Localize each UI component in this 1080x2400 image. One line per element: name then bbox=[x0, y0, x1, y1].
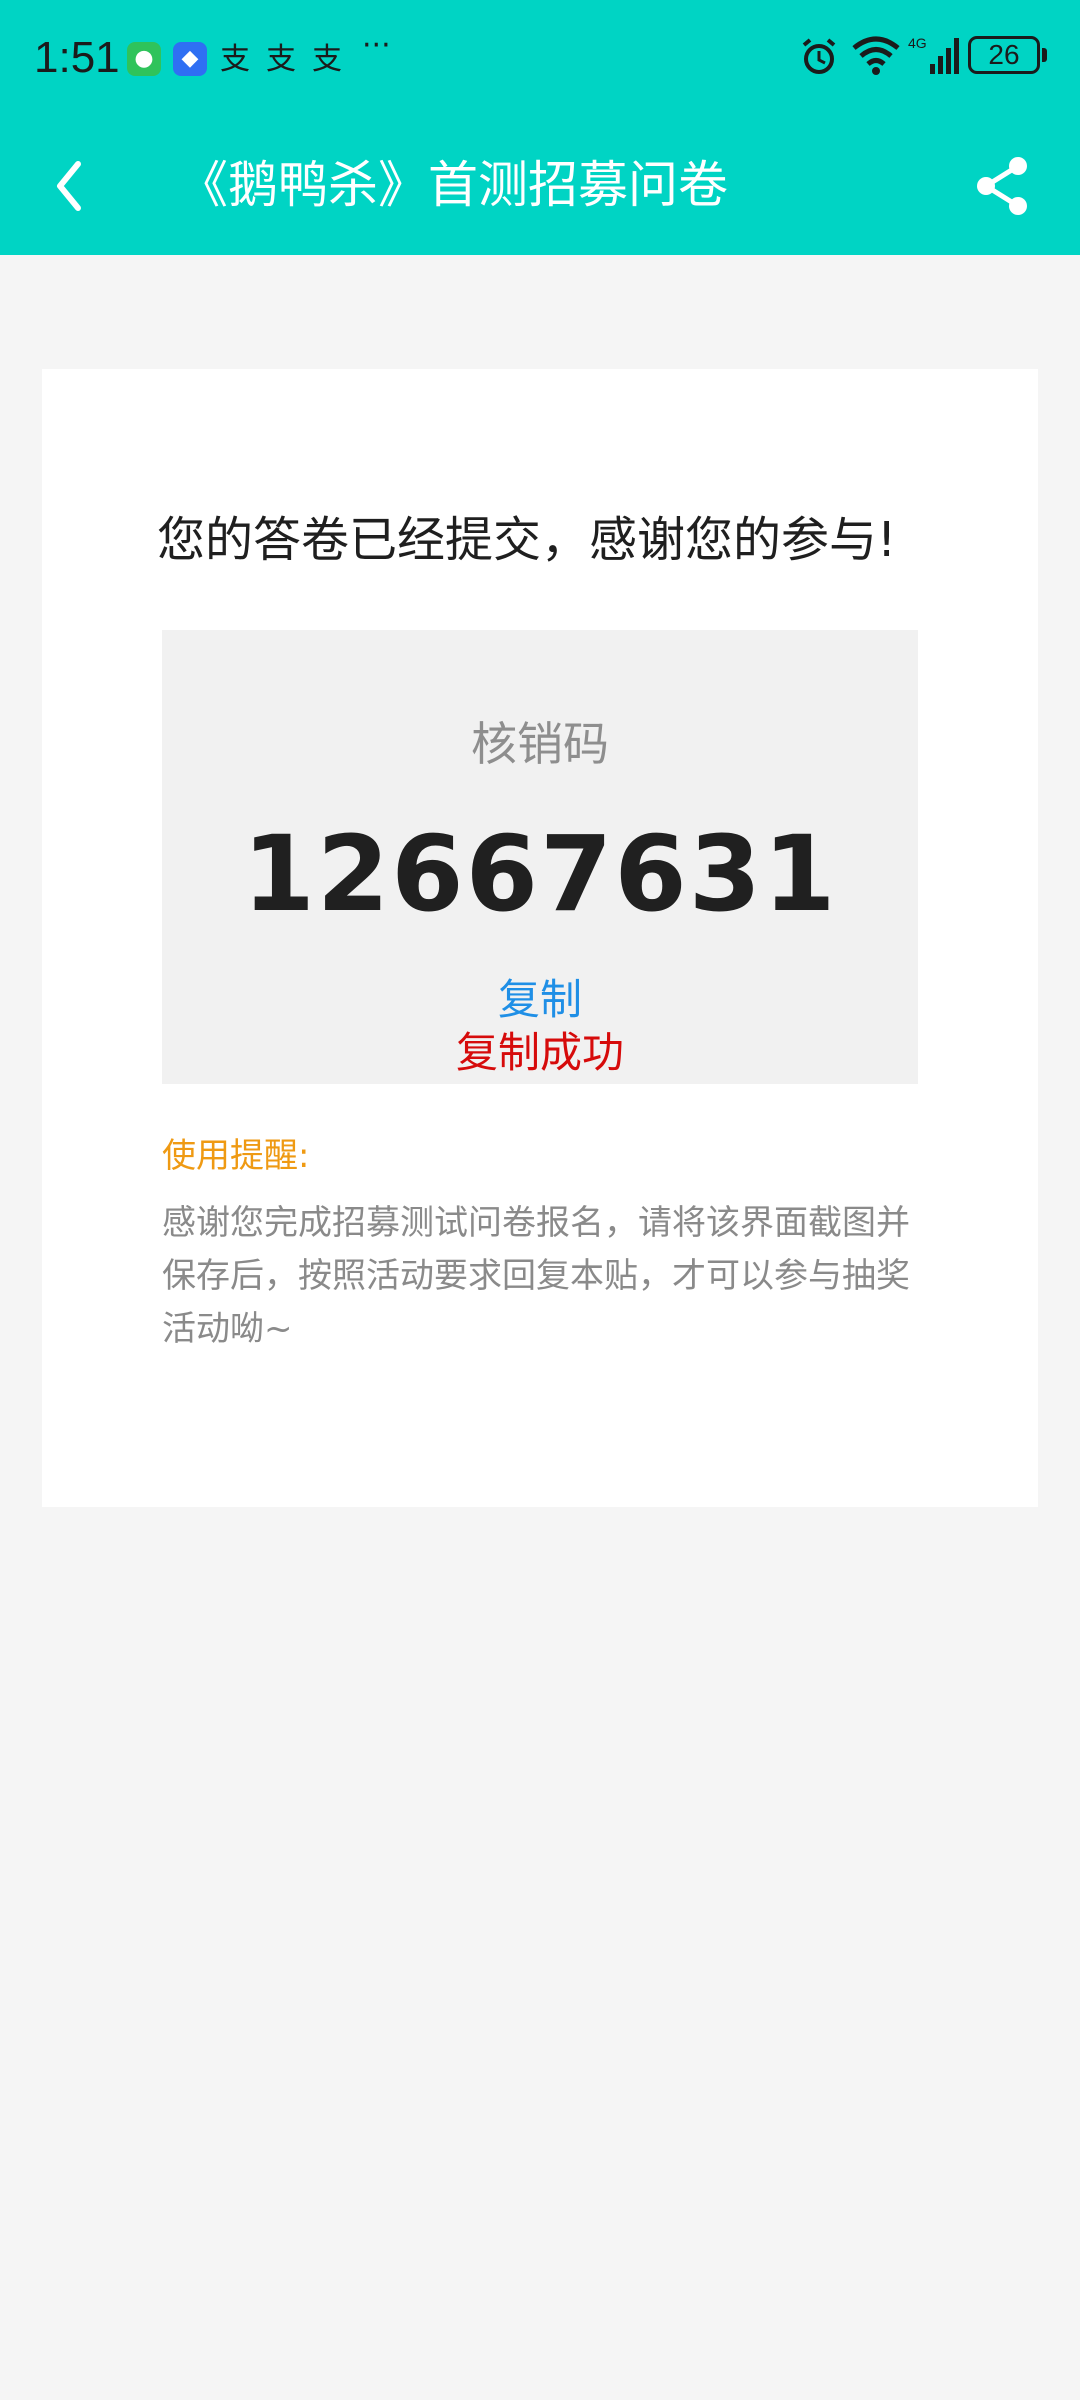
alarm-icon bbox=[802, 38, 836, 74]
status-bar: 1:51 ● ◆ 支 支 支 ··· 4G 26 bbox=[0, 0, 1080, 116]
app-bar: 《鹅鸭杀》首测招募问卷 bbox=[0, 116, 1080, 255]
alipay-icon: 支 bbox=[220, 42, 250, 77]
redemption-code-label: 核销码 bbox=[471, 717, 609, 771]
battery-icon: 26 bbox=[968, 36, 1040, 74]
submission-message: 您的答卷已经提交，感谢您的参与! bbox=[157, 512, 897, 568]
signal-label: 4G bbox=[908, 35, 927, 51]
alipay-icon: 支 bbox=[312, 42, 342, 77]
usage-tip-body: 感谢您完成招募测试问卷报名，请将该界面截图并保存后，按照活动要求回复本贴，才可以… bbox=[162, 1203, 910, 1349]
redemption-code-box: 核销码 12667631 复制 复制成功 bbox=[162, 630, 918, 1084]
redemption-code-value: 12667631 bbox=[242, 813, 838, 935]
blue-app-icon: ◆ bbox=[173, 42, 207, 76]
copy-success-message: 复制成功 bbox=[455, 1028, 624, 1077]
wechat-icon: ● bbox=[127, 42, 161, 76]
status-time: 1:51 bbox=[34, 33, 120, 82]
survey-result-card: 您的答卷已经提交，感谢您的参与! 核销码 12667631 复制 复制成功 使用… bbox=[42, 369, 1038, 1507]
copy-button[interactable]: 复制 bbox=[162, 973, 918, 1027]
share-icon[interactable] bbox=[968, 152, 1036, 220]
chevron-left-icon[interactable] bbox=[38, 150, 110, 222]
wifi-icon bbox=[852, 36, 900, 75]
more-icon: ··· bbox=[362, 28, 391, 63]
battery-tip bbox=[1042, 48, 1047, 62]
signal-4g-icon: 4G bbox=[908, 35, 959, 74]
usage-tip-title: 使用提醒: bbox=[162, 1136, 310, 1176]
alipay-icon: 支 bbox=[266, 42, 296, 77]
page-title: 《鹅鸭杀》首测招募问卷 bbox=[178, 156, 728, 214]
